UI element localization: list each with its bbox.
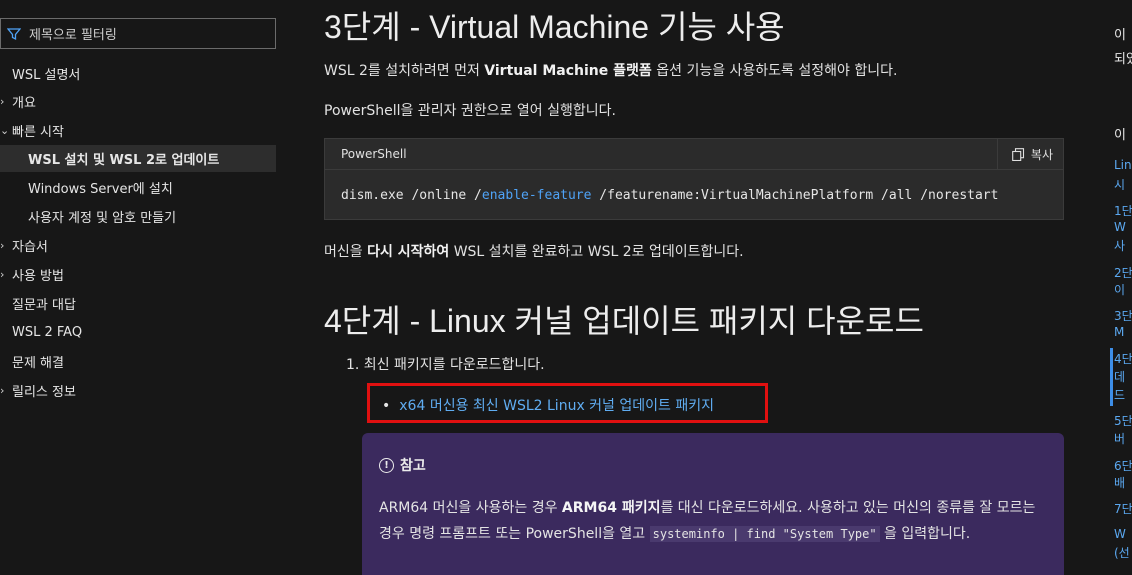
toc-link[interactable]: 드: [1114, 386, 1125, 403]
sidebar-item-label: WSL 설치 및 WSL 2로 업데이트: [28, 153, 220, 168]
sidebar-item[interactable]: WSL 2 FAQ: [0, 319, 276, 346]
sidebar-item-label: WSL 설명서: [12, 68, 81, 83]
toc-link[interactable]: 사: [1114, 237, 1125, 254]
chevron-icon: ›: [0, 95, 5, 108]
toc-link[interactable]: W: [1114, 527, 1126, 541]
sidebar-item[interactable]: Windows Server에 설치: [0, 174, 276, 201]
sidebar-item[interactable]: › 사용 방법: [0, 261, 276, 288]
chevron-icon: ›: [0, 239, 5, 252]
note-callout: ! 참고 ARM64 머신을 사용하는 경우 ARM64 패키지를 대신 다운로…: [362, 433, 1064, 575]
code-block-header: PowerShell 복사: [325, 138, 1063, 170]
info-icon: !: [379, 457, 394, 473]
toc-text: 이: [1114, 28, 1126, 43]
toc-link[interactable]: 2단: [1114, 264, 1132, 281]
sidebar-item[interactable]: › 자습서: [0, 232, 276, 259]
step4-heading: 4단계 - Linux 커널 업데이트 패키지 다운로드: [324, 303, 924, 339]
note-title: ! 참고: [379, 455, 426, 475]
toc-link[interactable]: 5단: [1114, 412, 1132, 429]
toc-link[interactable]: 데: [1114, 368, 1125, 385]
chevron-icon: ⌄: [0, 124, 10, 137]
filter-icon: [7, 27, 21, 40]
toc-link[interactable]: 시: [1114, 176, 1125, 193]
note-paragraph: ARM64 머신을 사용하는 경우 ARM64 패키지를 대신 다운로드하세요.…: [379, 500, 1036, 542]
step3-paragraph-3: 머신을 다시 시작하여 WSL 설치를 완료하고 WSL 2로 업데이트합니다.: [324, 244, 744, 260]
toc-link[interactable]: 배: [1114, 474, 1125, 491]
toc-link[interactable]: 1단: [1114, 202, 1132, 219]
left-navigation: 제목으로 필터링 WSL 설명서 › 개요 ⌄ 빠른 시작 WSL 설치 및 WSL 2로…: [0, 0, 290, 575]
toc-link[interactable]: 7단: [1114, 500, 1132, 517]
sidebar-item-label: 사용자 계정 및 암호 만들기: [28, 211, 177, 226]
sidebar-item-label: 개요: [12, 96, 36, 111]
copy-icon: [1012, 147, 1024, 161]
inline-code: systeminfo | find "System Type": [649, 526, 880, 542]
sidebar-item[interactable]: 문제 해결: [0, 348, 276, 375]
toc-link[interactable]: (선: [1114, 544, 1130, 561]
toc-link[interactable]: 버: [1114, 430, 1125, 447]
table-of-contents: 이 되었 이 Lin 시 1단 W 사 2단 이 3단 M 4단 데 드 5단 버 6단 배 7단 W (선: [1110, 0, 1132, 575]
chevron-icon: ›: [0, 268, 5, 281]
code-block: PowerShell 복사 dism.exe /online /enable-f…: [324, 138, 1064, 220]
sidebar-item-label: 사용 방법: [12, 269, 64, 284]
code-line: dism.exe /online /enable-feature /featur…: [341, 188, 999, 203]
toc-text: 이: [1114, 128, 1126, 143]
filter-by-title-input[interactable]: 제목으로 필터링: [0, 18, 276, 49]
sidebar-item-label: 문제 해결: [12, 356, 64, 371]
sidebar-item[interactable]: 질문과 대답: [0, 290, 276, 317]
sidebar-item[interactable]: WSL 설명서: [0, 60, 276, 87]
step3-heading: 3단계 - Virtual Machine 기능 사용: [324, 9, 785, 45]
sidebar-item-label: 빠른 시작: [12, 125, 64, 140]
sidebar-item-label: 릴리스 정보: [12, 385, 76, 400]
sidebar-item-label: 자습서: [12, 240, 48, 255]
toc-link[interactable]: 3단: [1114, 307, 1132, 324]
toc-text: 되었: [1114, 52, 1132, 67]
toc-link[interactable]: M: [1114, 325, 1124, 339]
sidebar-item[interactable]: › 릴리스 정보: [0, 377, 276, 404]
copy-button[interactable]: 복사: [996, 138, 1063, 170]
copy-label: 복사: [1030, 147, 1053, 162]
sidebar-item[interactable]: › 개요: [0, 88, 276, 115]
chevron-icon: ›: [0, 384, 5, 397]
sidebar-item[interactable]: 사용자 계정 및 암호 만들기: [0, 203, 276, 230]
toc-link[interactable]: 이: [1114, 281, 1125, 298]
toc-link[interactable]: Lin: [1114, 158, 1132, 172]
toc-link[interactable]: W: [1114, 220, 1126, 234]
filter-placeholder: 제목으로 필터링: [29, 28, 117, 43]
step3-paragraph-2: PowerShell을 관리자 권한으로 열어 실행합니다.: [324, 103, 616, 119]
toc-link[interactable]: 4단: [1114, 350, 1132, 367]
download-list-item: • x64 머신용 최신 WSL2 Linux 커널 업데이트 패키지: [382, 395, 714, 415]
ordered-list-item: 1. 최신 패키지를 다운로드합니다.: [346, 357, 545, 373]
code-language-label: PowerShell: [341, 147, 407, 161]
step3-paragraph-1: WSL 2를 설치하려면 먼저 Virtual Machine 플랫폼 옵션 기…: [324, 63, 898, 79]
toc-link[interactable]: 6단: [1114, 457, 1132, 474]
sidebar-item[interactable]: ⌄ 빠른 시작: [0, 117, 276, 144]
toc-active-indicator: [1110, 348, 1113, 406]
kernel-update-download-link[interactable]: x64 머신용 최신 WSL2 Linux 커널 업데이트 패키지: [399, 398, 714, 414]
sidebar-item-label: Windows Server에 설치: [28, 182, 173, 197]
sidebar-item-label: 질문과 대답: [12, 298, 76, 313]
sidebar-item[interactable]: WSL 설치 및 WSL 2로 업데이트: [0, 145, 276, 172]
sidebar-item-label: WSL 2 FAQ: [12, 325, 83, 340]
bullet-icon: •: [382, 398, 391, 414]
